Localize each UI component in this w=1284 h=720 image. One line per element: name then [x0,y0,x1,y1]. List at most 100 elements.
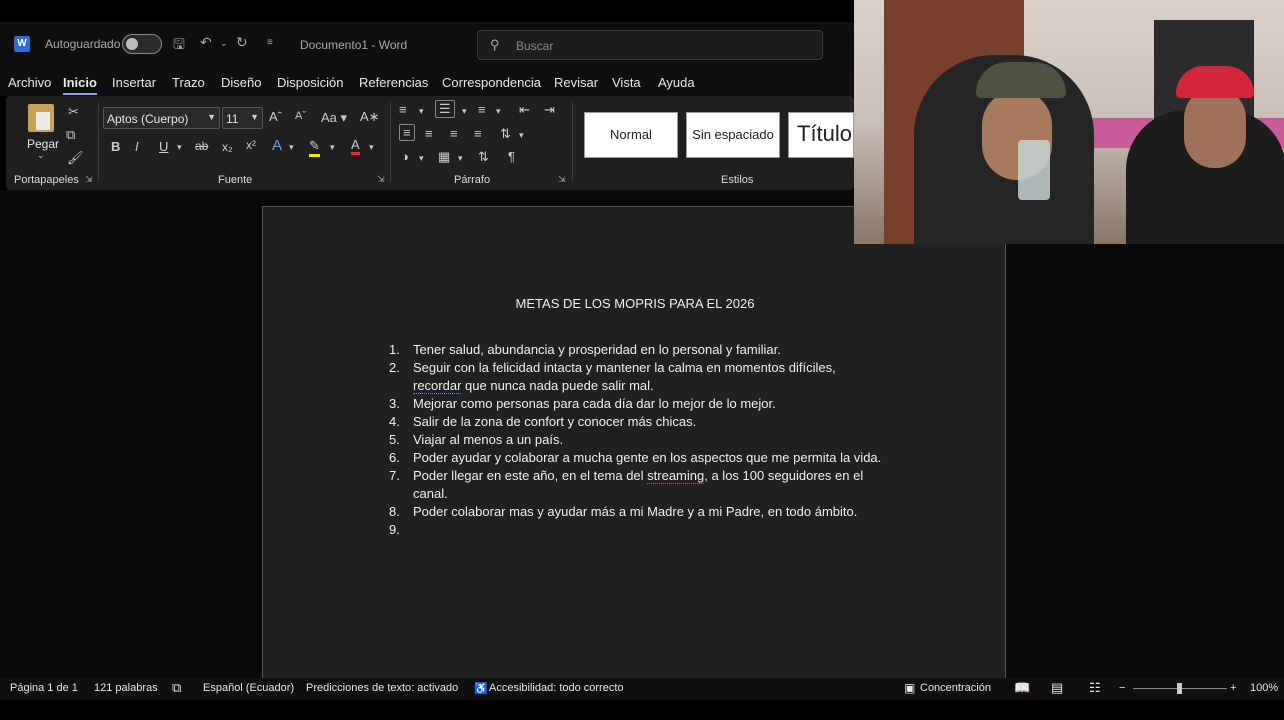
grammar-flagged-word[interactable]: recordar [413,378,462,394]
zoom-level[interactable]: 100% [1250,682,1278,694]
separator [98,102,99,182]
list-number: 3. [389,396,400,411]
proofing-icon[interactable]: ⧉ [172,680,181,696]
font-color-dropdown-icon[interactable]: ▾ [369,142,374,153]
tab-insertar[interactable]: Insertar [112,75,156,90]
word-count[interactable]: 121 palabras [94,682,158,694]
bullets-dropdown-icon[interactable]: ▾ [419,106,424,117]
text-effects-dropdown-icon[interactable]: ▾ [289,142,294,153]
zoom-slider-thumb[interactable] [1177,683,1182,694]
autosave-toggle[interactable] [122,34,162,54]
decrease-indent-icon[interactable]: ⇤ [519,102,530,118]
ribbon: Pegar ⌄ ✂ ⧉ 🖌 Portapapeles ⇲ Aptos (Cuer… [6,96,854,190]
spelling-flagged-word[interactable]: streaming [647,468,705,484]
group-label-paragraph: Párrafo [454,174,491,186]
focus-button[interactable]: Concentración [920,682,991,694]
style-sin-espaciado[interactable]: Sin espaciado [686,112,780,158]
document-page[interactable]: METAS DE LOS MOPRIS PARA EL 2026 1. Tene… [262,206,1006,686]
style-titulo[interactable]: Título [788,112,854,158]
bold-icon[interactable]: B [111,139,120,154]
group-label-font: Fuente [218,174,253,186]
list-number: 9. [389,522,400,537]
tab-revisar[interactable]: Revisar [554,75,598,90]
shrink-font-icon[interactable]: Aˇ [295,110,306,122]
font-color-icon[interactable]: A [351,137,360,155]
underline-icon[interactable]: U [159,139,168,154]
read-mode-icon[interactable]: 📖 [1014,680,1030,696]
search-box[interactable]: ⚲ Buscar [477,30,823,60]
tab-inicio[interactable]: Inicio [63,75,97,95]
change-case-button[interactable]: Aa ▾ [321,110,347,126]
status-bar: Página 1 de 1 121 palabras ⧉ Español (Ec… [0,678,1284,700]
list-item: 4. Salir de la zona de confort y conocer… [389,413,899,431]
align-center-icon[interactable]: ≡ [425,126,433,141]
tab-trazo[interactable]: Trazo [172,75,205,90]
list-text: Mejorar como personas para cada día dar … [413,396,776,411]
font-size-combo[interactable]: 11 ▼ [222,107,263,129]
zoom-out-icon[interactable]: − [1119,682,1125,694]
line-spacing-icon[interactable]: ⇅ [500,126,511,142]
font-launcher-icon[interactable]: ⇲ [377,174,385,185]
tab-referencias[interactable]: Referencias [359,75,428,90]
grow-font-icon[interactable]: Aˆ [269,109,282,124]
tab-ayuda[interactable]: Ayuda [658,75,695,90]
text-predictions-status[interactable]: Predicciones de texto: activado [306,682,458,694]
underline-dropdown-icon[interactable]: ▾ [177,142,182,153]
font-name-combo[interactable]: Aptos (Cuerpo) ▼ [103,107,220,129]
undo-dropdown-icon[interactable]: ⌄ [220,38,228,49]
undo-icon[interactable]: ↶ [200,34,212,51]
shading-icon[interactable]: ◑ [401,149,409,164]
webcam-overlay [854,0,1284,244]
multilevel-dropdown-icon[interactable]: ▾ [496,106,501,117]
customize-toolbar-icon[interactable]: ≡ [267,37,273,48]
save-icon[interactable]: 🖫 [173,34,185,58]
numbering-dropdown-icon[interactable]: ▾ [462,106,467,117]
tab-archivo[interactable]: Archivo [8,75,51,90]
borders-dropdown-icon[interactable]: ▾ [458,153,463,164]
justify-icon[interactable]: ≡ [474,126,482,141]
list-number: 4. [389,414,400,429]
cut-icon[interactable]: ✂ [68,104,79,120]
align-right-icon[interactable]: ≡ [450,126,458,141]
tab-vista[interactable]: Vista [612,75,641,90]
redo-icon[interactable]: ↻ [236,34,248,51]
accessibility-status[interactable]: Accesibilidad: todo correcto [489,682,624,694]
format-painter-icon[interactable]: 🖌 [67,150,84,166]
bullets-icon[interactable]: ≡ [399,102,407,117]
zoom-in-icon[interactable]: + [1230,682,1236,694]
subscript-icon[interactable]: x₂ [222,140,233,154]
list-item: 7. Poder llegar en este año, en el tema … [389,467,899,503]
increase-indent-icon[interactable]: ⇥ [544,102,555,118]
shading-dropdown-icon[interactable]: ▾ [419,153,424,164]
language-status[interactable]: Español (Ecuador) [203,682,294,694]
tab-correspondencia[interactable]: Correspondencia [442,75,541,90]
list-text: Tener salud, abundancia y prosperidad en… [413,342,781,357]
page-count[interactable]: Página 1 de 1 [10,682,78,694]
show-marks-icon[interactable]: ¶ [508,149,515,164]
list-text: Poder llegar en este año, en el tema del [413,468,648,483]
multilevel-list-icon[interactable]: ≡ [478,102,486,117]
numbering-icon[interactable]: ☰ [435,100,455,118]
list-number: 6. [389,450,400,465]
align-left-icon[interactable]: ≡ [399,124,415,141]
text-effects-icon[interactable]: A [272,137,282,154]
line-spacing-dropdown-icon[interactable]: ▾ [519,130,524,141]
highlight-icon[interactable]: ✎ [309,138,320,157]
paragraph-launcher-icon[interactable]: ⇲ [558,174,566,185]
print-layout-icon[interactable]: ▤ [1051,680,1063,696]
accessibility-icon: ♿ [474,683,488,695]
superscript-icon[interactable]: x² [246,138,256,152]
tab-diseno[interactable]: Diseño [221,75,261,90]
italic-icon[interactable]: I [135,139,139,154]
web-layout-icon[interactable]: ☷ [1089,680,1101,696]
borders-icon[interactable]: ▦ [438,149,450,165]
style-normal[interactable]: Normal [584,112,678,158]
copy-icon[interactable]: ⧉ [66,127,75,143]
tab-disposicion[interactable]: Disposición [277,75,343,90]
strikethrough-icon[interactable]: ab [195,139,208,153]
clipboard-launcher-icon[interactable]: ⇲ [85,174,93,185]
highlight-dropdown-icon[interactable]: ▾ [330,142,335,153]
paste-label: Pegar [27,137,60,151]
clear-formatting-icon[interactable]: A∗ [360,109,380,125]
sort-icon[interactable]: ⇅ [478,149,489,165]
